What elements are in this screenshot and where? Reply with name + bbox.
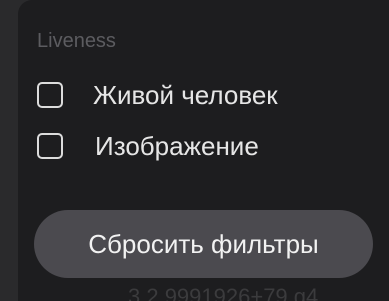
- image-checkbox[interactable]: [37, 133, 63, 159]
- filter-option-live-person[interactable]: Живой человек: [37, 78, 278, 112]
- version-label: 3.2.9991926+79.g4: [128, 284, 319, 301]
- filter-option-image[interactable]: Изображение: [37, 129, 259, 163]
- live-person-label[interactable]: Живой человек: [93, 80, 278, 110]
- image-label[interactable]: Изображение: [95, 131, 259, 161]
- reset-filters-button[interactable]: Сбросить фильтры: [34, 210, 373, 278]
- live-person-checkbox[interactable]: [37, 82, 63, 108]
- section-title-liveness: Liveness: [37, 30, 116, 52]
